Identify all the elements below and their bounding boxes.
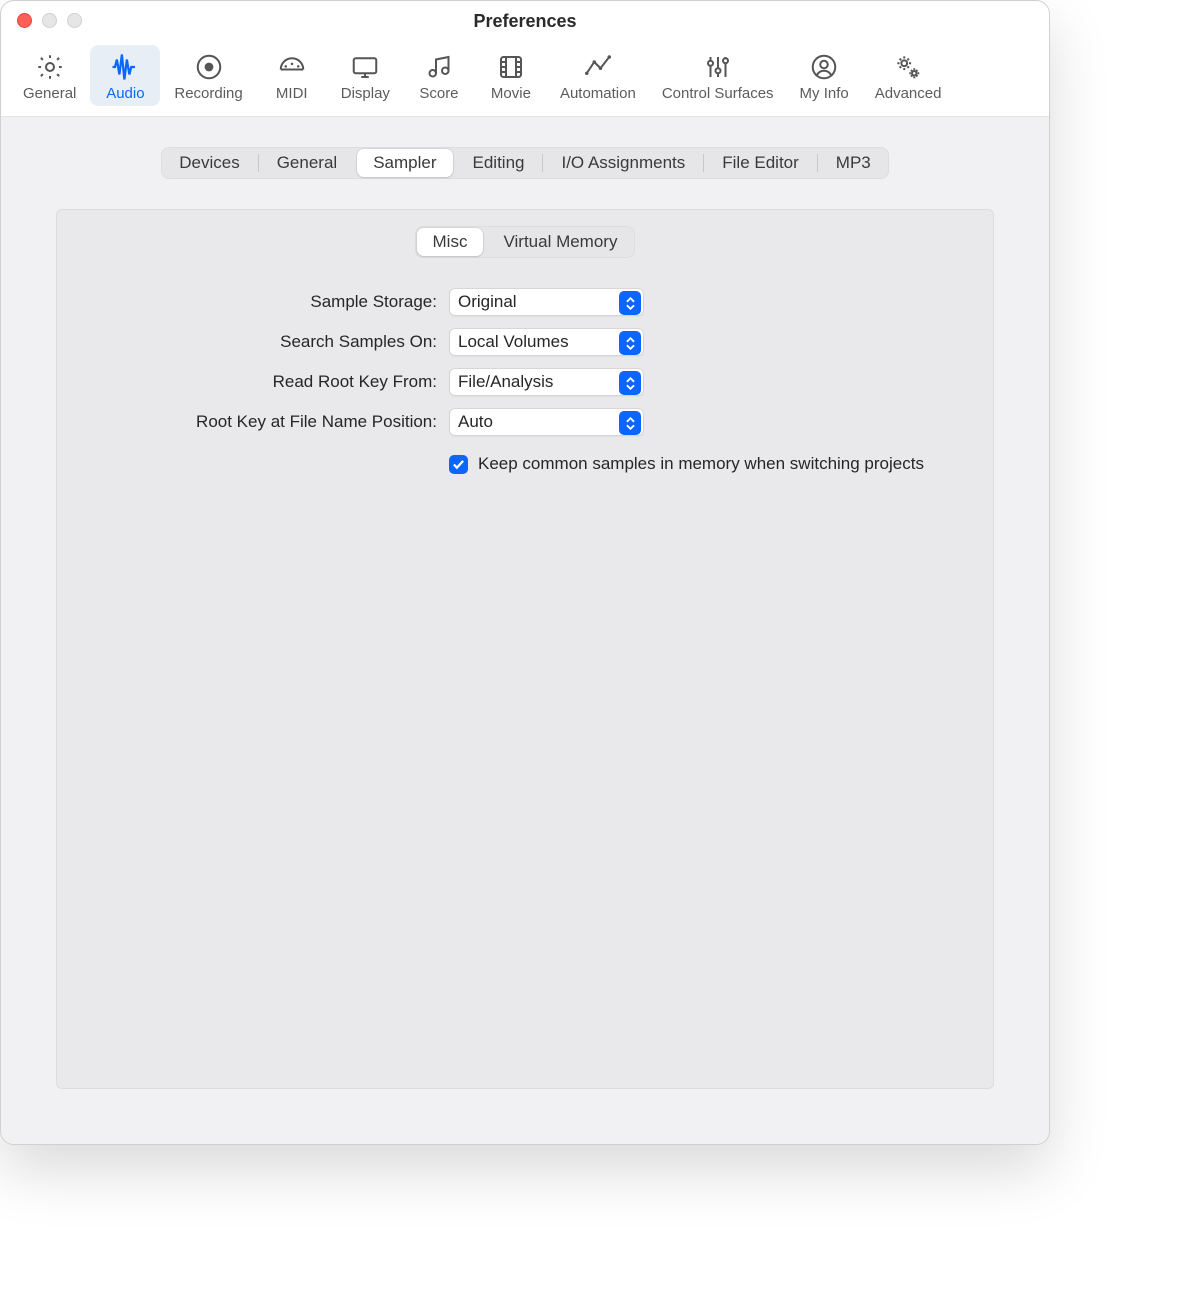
minimize-button[interactable] — [42, 13, 57, 28]
checkbox-keep-common-samples[interactable] — [449, 455, 468, 474]
film-icon — [496, 51, 526, 83]
sampler-subtabs: Misc Virtual Memory — [415, 226, 636, 258]
toolbar-item-advanced[interactable]: Advanced — [863, 45, 954, 106]
label-search-samples-on: Search Samples On: — [147, 332, 437, 352]
row-read-root-key-from: Read Root Key From: File/Analysis — [147, 368, 644, 396]
tab-io-assignments[interactable]: I/O Assignments — [543, 147, 703, 179]
row-keep-common-samples: Keep common samples in memory when switc… — [147, 454, 924, 474]
person-circle-icon — [809, 51, 839, 83]
toolbar-label: Audio — [106, 85, 144, 102]
toolbar: General Audio Recording MIDI Display — [1, 41, 1049, 117]
tab-general[interactable]: General — [259, 147, 355, 179]
select-search-samples-on[interactable]: Local Volumes — [449, 328, 644, 356]
select-value: Local Volumes — [458, 332, 569, 352]
tab-mp3[interactable]: MP3 — [818, 147, 889, 179]
row-root-key-position: Root Key at File Name Position: Auto — [147, 408, 644, 436]
waveform-icon — [110, 51, 140, 83]
label-keep-common-samples: Keep common samples in memory when switc… — [478, 454, 924, 474]
toolbar-item-recording[interactable]: Recording — [162, 45, 254, 106]
close-button[interactable] — [17, 13, 32, 28]
tab-editing[interactable]: Editing — [455, 147, 543, 179]
label-root-key-position: Root Key at File Name Position: — [147, 412, 437, 432]
row-sample-storage: Sample Storage: Original — [147, 288, 644, 316]
toolbar-label: Movie — [491, 85, 531, 102]
tab-sampler[interactable]: Sampler — [357, 149, 452, 177]
display-icon — [350, 51, 380, 83]
toolbar-item-my-info[interactable]: My Info — [788, 45, 861, 106]
gears-icon — [893, 51, 923, 83]
content-area: Devices General Sampler Editing I/O Assi… — [1, 117, 1049, 1144]
stepper-arrows-icon — [619, 371, 641, 395]
sampler-panel: Misc Virtual Memory Sample Storage: Orig… — [56, 209, 994, 1089]
toolbar-label: General — [23, 85, 76, 102]
select-value: Original — [458, 292, 517, 312]
label-sample-storage: Sample Storage: — [147, 292, 437, 312]
select-root-key-position[interactable]: Auto — [449, 408, 644, 436]
toolbar-item-audio[interactable]: Audio — [90, 45, 160, 106]
select-value: File/Analysis — [458, 372, 553, 392]
record-icon — [194, 51, 224, 83]
zoom-button[interactable] — [67, 13, 82, 28]
toolbar-item-score[interactable]: Score — [404, 45, 474, 106]
toolbar-label: Automation — [560, 85, 636, 102]
music-notes-icon — [424, 51, 454, 83]
sampler-misc-form: Sample Storage: Original Search Samples … — [87, 288, 963, 474]
titlebar: Preferences — [1, 1, 1049, 41]
toolbar-item-movie[interactable]: Movie — [476, 45, 546, 106]
sliders-icon — [703, 51, 733, 83]
automation-curve-icon — [583, 51, 613, 83]
audio-prefs-tabs: Devices General Sampler Editing I/O Assi… — [161, 147, 889, 179]
select-value: Auto — [458, 412, 493, 432]
toolbar-item-control-surfaces[interactable]: Control Surfaces — [650, 45, 786, 106]
tab-file-editor[interactable]: File Editor — [704, 147, 817, 179]
window-controls — [17, 13, 82, 28]
stepper-arrows-icon — [619, 331, 641, 355]
select-read-root-key-from[interactable]: File/Analysis — [449, 368, 644, 396]
midi-port-icon — [277, 51, 307, 83]
toolbar-item-general[interactable]: General — [11, 45, 88, 106]
toolbar-label: Advanced — [875, 85, 942, 102]
toolbar-item-midi[interactable]: MIDI — [257, 45, 327, 106]
window-title: Preferences — [473, 11, 576, 32]
toolbar-label: Display — [341, 85, 390, 102]
select-sample-storage[interactable]: Original — [449, 288, 644, 316]
toolbar-item-display[interactable]: Display — [329, 45, 402, 106]
toolbar-label: MIDI — [276, 85, 308, 102]
stepper-arrows-icon — [619, 411, 641, 435]
tab-devices[interactable]: Devices — [161, 147, 257, 179]
row-search-samples-on: Search Samples On: Local Volumes — [147, 328, 644, 356]
subtab-virtual-memory[interactable]: Virtual Memory — [485, 226, 635, 258]
stepper-arrows-icon — [619, 291, 641, 315]
toolbar-item-automation[interactable]: Automation — [548, 45, 648, 106]
gear-icon — [35, 51, 65, 83]
preferences-window: Preferences General Audio Recording — [0, 0, 1050, 1145]
toolbar-label: Recording — [174, 85, 242, 102]
label-read-root-key-from: Read Root Key From: — [147, 372, 437, 392]
toolbar-label: My Info — [800, 85, 849, 102]
subtab-misc[interactable]: Misc — [417, 228, 484, 256]
toolbar-label: Control Surfaces — [662, 85, 774, 102]
toolbar-label: Score — [419, 85, 458, 102]
